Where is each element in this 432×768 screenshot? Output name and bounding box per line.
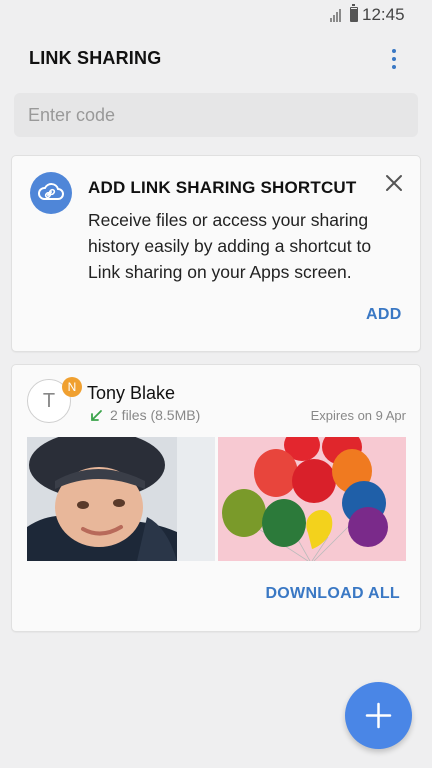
more-vert-icon[interactable] [384,45,404,73]
status-bar: 12:45 [0,0,432,30]
shortcut-title: ADD LINK SHARING SHORTCUT [88,178,357,197]
new-share-button[interactable] [345,682,412,749]
shortcut-card: ADD LINK SHARING SHORTCUT Receive files … [11,155,421,352]
signal-icon [330,8,341,22]
balloons-photo-thumbnail[interactable] [218,437,406,561]
shared-files-card[interactable]: T N Tony Blake 2 files (8.5MB) Expires o… [11,364,421,632]
download-arrow-icon [89,409,103,423]
app-bar: LINK SHARING [0,30,432,88]
add-shortcut-button[interactable]: ADD [366,306,402,324]
shortcut-description: Receive files or access your sharing his… [88,210,372,282]
cloud-link-icon [30,172,72,214]
new-badge: N [62,377,82,397]
expiry-date: Expires on 9 Apr [310,408,406,423]
code-input-container [14,93,418,137]
close-icon[interactable] [382,171,406,195]
boy-photo-thumbnail[interactable] [27,437,215,561]
sender-name: Tony Blake [87,383,176,403]
files-info: 2 files (8.5MB) [110,407,201,423]
status-time: 12:45 [362,5,405,24]
page-title: LINK SHARING [29,48,162,68]
download-all-button[interactable]: DOWNLOAD ALL [265,585,400,603]
battery-icon [350,4,358,22]
code-input[interactable] [28,93,408,137]
plus-icon [365,702,392,729]
